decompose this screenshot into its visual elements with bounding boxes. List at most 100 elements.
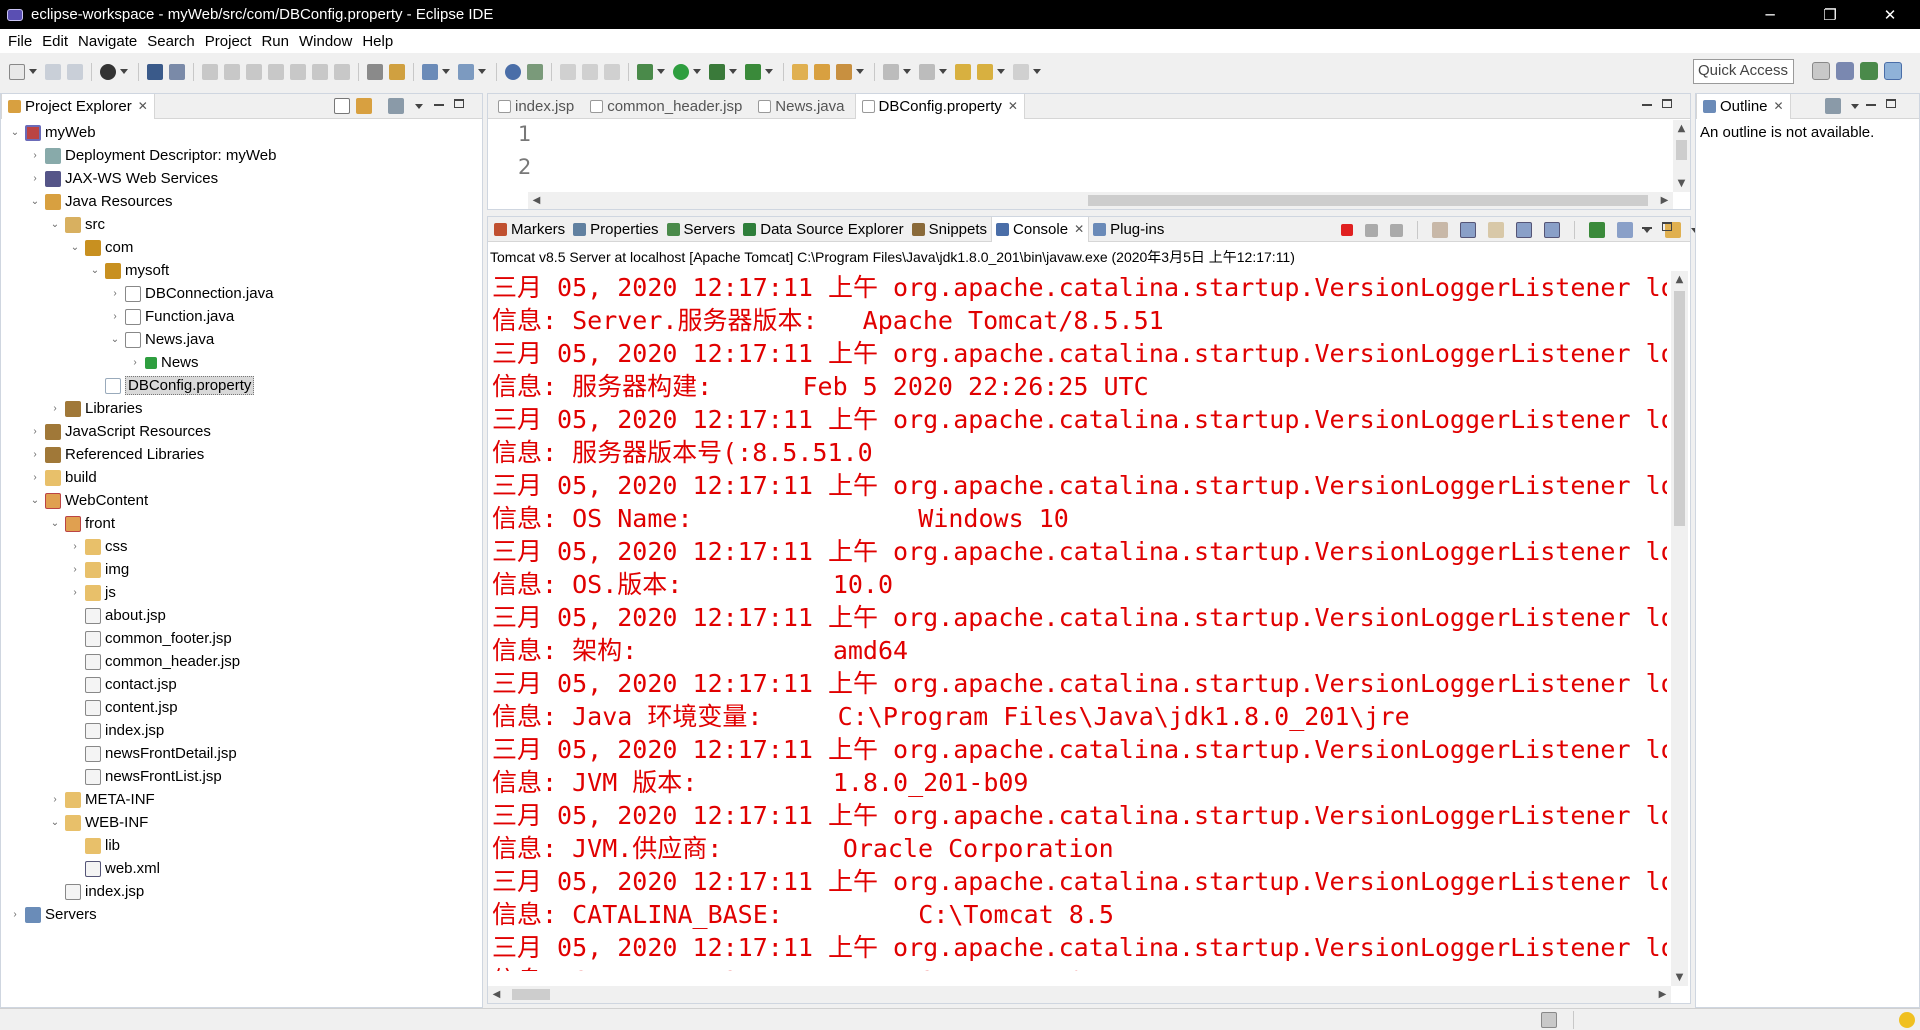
show-whitespace-icon[interactable] [604,63,620,80]
tab-markers[interactable]: Markers [490,217,569,242]
collapse-arrow-icon[interactable]: › [29,472,41,483]
minimize-button[interactable]: ─ [1740,0,1800,29]
tab-project-explorer[interactable]: Project Explorer ✕ [1,93,155,119]
java-perspective-icon[interactable] [1884,62,1902,80]
collapse-arrow-icon[interactable]: › [69,541,81,552]
back-dropdown-icon[interactable] [997,69,1005,74]
java-ee-perspective-icon[interactable] [1836,62,1854,80]
menu-run[interactable]: Run [258,33,296,50]
new-project-dropdown-icon[interactable] [478,69,486,74]
minimize-icon[interactable] [434,104,444,106]
collapse-arrow-icon[interactable]: › [109,288,121,299]
tab-plug-ins[interactable]: Plug-ins [1089,217,1168,242]
scroll-lock-icon[interactable] [1460,222,1476,238]
collapse-arrow-icon[interactable]: › [29,449,41,460]
tree-item[interactable]: ⌄ src [49,213,105,236]
collapse-arrow-icon[interactable]: › [29,150,41,161]
debug-icon[interactable] [100,63,116,80]
run-dropdown-icon[interactable] [693,69,701,74]
minimize-icon[interactable] [1642,227,1652,229]
progress-icon[interactable] [1541,1012,1557,1028]
close-button[interactable]: ✕ [1860,0,1920,29]
run-icon[interactable] [673,63,689,80]
next-annotation-dropdown-icon[interactable] [903,69,911,74]
editor-text-area[interactable]: 12 [488,120,1673,192]
maximize-icon[interactable] [1662,99,1672,108]
tip-lightbulb-icon[interactable] [1899,1012,1915,1028]
collapse-arrow-icon[interactable]: › [49,794,61,805]
scroll-up-icon[interactable]: ▲ [1673,120,1690,137]
scroll-left-icon[interactable]: ◀ [528,192,545,209]
tree-item[interactable]: › js [69,581,116,604]
collapse-arrow-icon[interactable]: › [49,403,61,414]
external-tools-dropdown-icon[interactable] [765,69,773,74]
collapse-all-icon[interactable] [334,98,350,114]
tree-item[interactable]: › Libraries [49,397,142,420]
tree-item[interactable]: lib [69,834,120,857]
link-with-editor-icon[interactable] [356,98,372,114]
console-output[interactable]: 三月 05, 2020 12:17:11 上午 org.apache.catal… [492,271,1667,971]
scroll-left-icon[interactable]: ◀ [488,986,505,1003]
debug-as-icon[interactable] [637,63,653,80]
view-menu-icon[interactable] [415,104,423,109]
tree-item[interactable]: › build [29,466,96,489]
tree-item[interactable]: web.xml [69,857,160,880]
scrollbar-thumb[interactable] [512,989,550,1000]
prev-annotation-dropdown-icon[interactable] [939,69,947,74]
expand-arrow-icon[interactable]: ⌄ [89,265,101,276]
tree-item[interactable]: › JAX-WS Web Services [29,167,218,190]
expand-arrow-icon[interactable]: ⌄ [29,196,41,207]
scrollbar-thumb[interactable] [1088,195,1648,206]
tree-item[interactable]: newsFrontDetail.jsp [69,742,237,765]
search-icon[interactable] [836,63,852,80]
new-project-icon[interactable] [458,63,474,80]
tab-data-source-explorer[interactable]: Data Source Explorer [739,217,907,242]
restore-button[interactable]: ❐ [1800,0,1860,29]
tree-item[interactable]: › META-INF [49,788,154,811]
disconnect-icon[interactable] [268,63,284,80]
tree-item[interactable]: ⌄ mysoft [89,259,169,282]
editor-tab[interactable]: index.jsp [492,94,580,119]
menu-search[interactable]: Search [144,33,202,50]
menu-navigate[interactable]: Navigate [75,33,144,50]
collapse-arrow-icon[interactable]: › [29,173,41,184]
menu-edit[interactable]: Edit [39,33,75,50]
menu-window[interactable]: Window [296,33,359,50]
step-return-icon[interactable] [334,63,350,80]
menu-project[interactable]: Project [202,33,259,50]
word-wrap-icon[interactable] [1488,222,1504,238]
collapse-arrow-icon[interactable]: › [29,426,41,437]
prev-annotation-icon[interactable] [919,63,935,80]
open-perspective-icon[interactable] [1812,62,1830,80]
scroll-down-icon[interactable]: ▼ [1673,175,1690,192]
tree-item[interactable]: ⌄ front [49,512,115,535]
tree-item[interactable]: ⌄ com [69,236,134,259]
close-icon[interactable]: ✕ [1074,222,1084,236]
editor-tab[interactable]: DBConfig.property ✕ [854,93,1025,119]
remove-all-icon[interactable] [1390,223,1403,237]
tree-item[interactable]: › Function.java [109,305,234,328]
maximize-icon[interactable] [1886,99,1896,108]
close-icon[interactable]: ✕ [138,99,148,113]
tree-item[interactable]: › css [69,535,127,558]
tree-item[interactable]: › Servers [9,903,96,926]
clear-console-icon[interactable] [1432,222,1448,238]
scrollbar-thumb[interactable] [1676,140,1687,160]
coverage-icon[interactable] [709,63,725,80]
tree-item[interactable]: ⌄ News.java [109,328,214,351]
tree-item[interactable]: DBConfig.property [89,374,255,397]
tree-item[interactable]: › img [69,558,129,581]
skip-breakpoints-icon[interactable] [169,63,185,80]
external-tools-icon[interactable] [745,63,761,80]
build-icon[interactable] [389,63,405,80]
tab-console[interactable]: Console ✕ [991,216,1090,242]
close-icon[interactable]: ✕ [1774,99,1784,113]
tree-item[interactable]: common_footer.jsp [69,627,232,650]
filters-icon[interactable] [388,98,404,114]
tree-item[interactable]: index.jsp [69,719,164,742]
menu-help[interactable]: Help [359,33,400,50]
collapse-arrow-icon[interactable]: › [69,587,81,598]
collapse-arrow-icon[interactable]: › [69,564,81,575]
collapse-arrow-icon[interactable]: › [109,311,121,322]
open-type-icon[interactable] [527,63,543,80]
